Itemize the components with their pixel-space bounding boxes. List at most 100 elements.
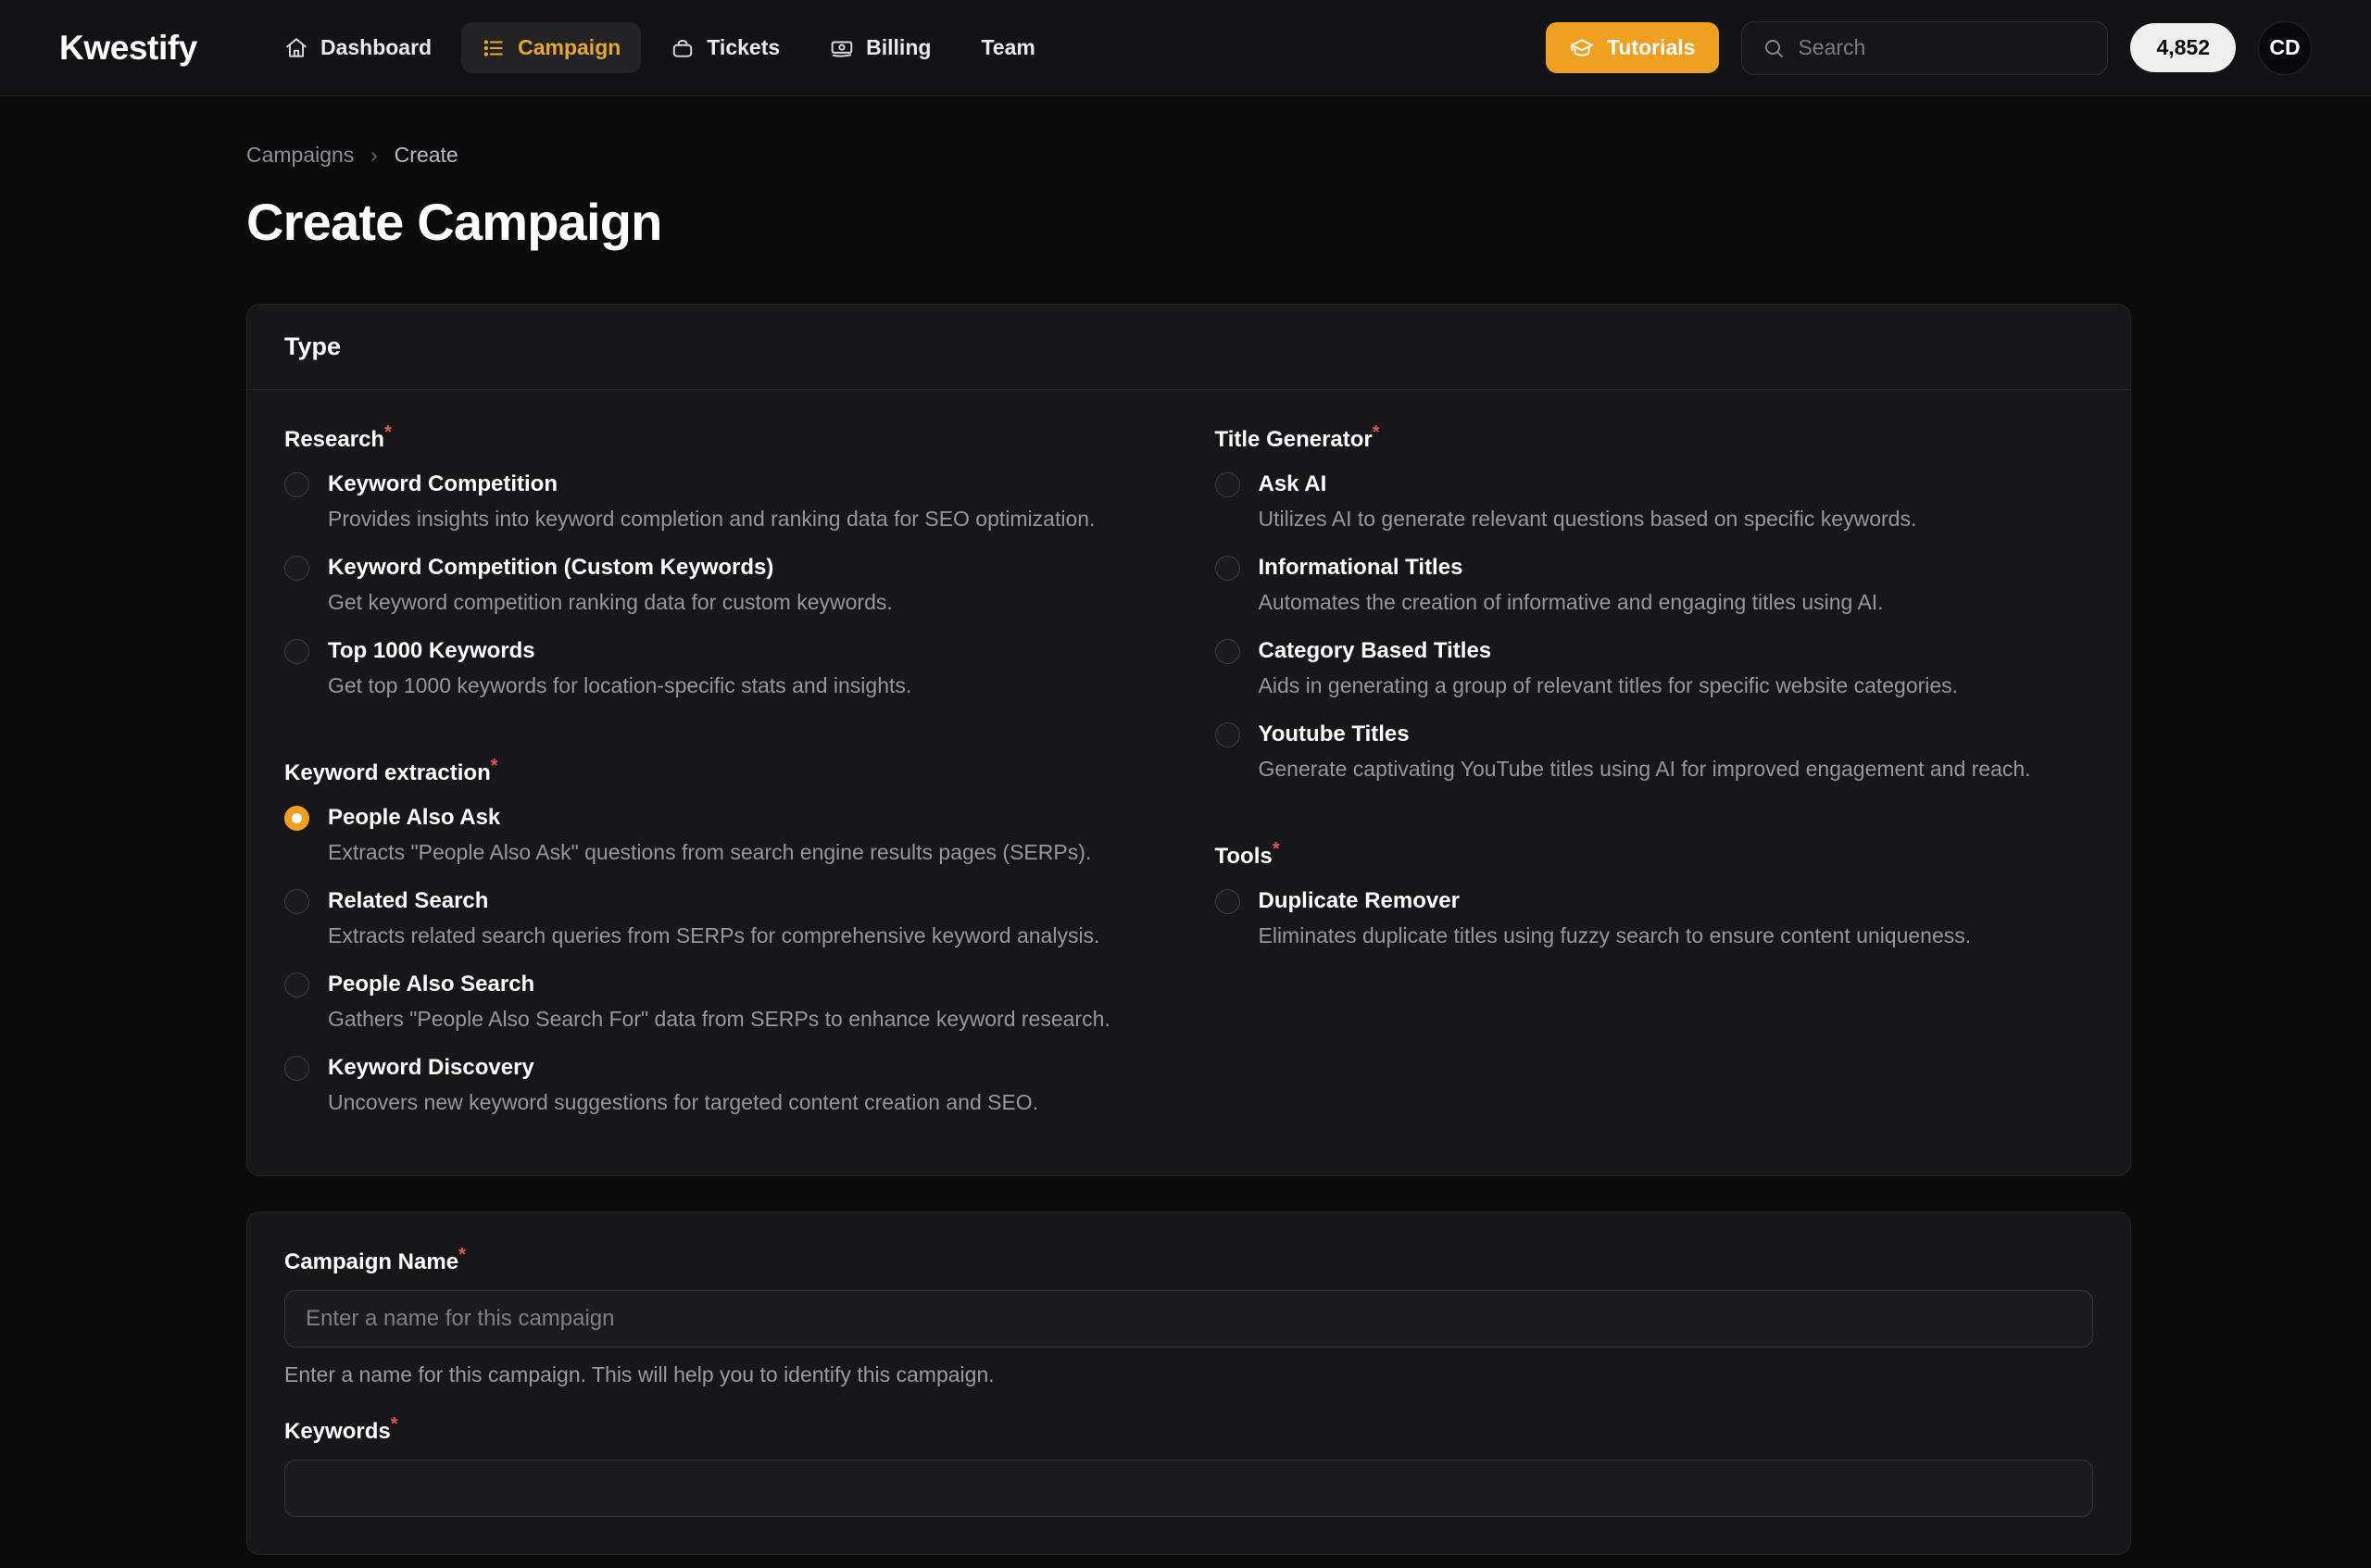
option-description: Eliminates duplicate titles using fuzzy …: [1258, 923, 1972, 947]
group-label-research: Research*: [284, 423, 392, 453]
option-description: Extracts related search queries from SER…: [328, 923, 1100, 947]
field-label: Campaign Name*: [284, 1246, 466, 1275]
type-column-right: Title Generator* Ask AI Utilizes AI to gen…: [1214, 423, 2094, 1138]
option-people-also-ask[interactable]: People Also Ask Extracts "People Also Ask…: [284, 805, 1163, 865]
radio-button[interactable]: [1214, 888, 1240, 914]
option-title: Keyword Discovery: [328, 1055, 534, 1080]
option-duplicate-remover[interactable]: Duplicate Remover Eliminates duplicate ti…: [1214, 888, 2094, 948]
option-youtube-titles[interactable]: Youtube Titles Generate captivating YouTu…: [1214, 721, 2094, 782]
radio-button[interactable]: [1214, 721, 1240, 747]
campaign-details-body: Campaign Name*Enter a name for this camp…: [247, 1212, 2130, 1554]
bag-icon: [671, 36, 695, 60]
graduation-cap-icon: [1570, 36, 1594, 60]
option-description: Aids in generating a group of relevant t…: [1258, 673, 1959, 697]
option-people-also-search[interactable]: People Also Search Gathers "People Also S…: [284, 972, 1163, 1032]
radio-button[interactable]: [284, 555, 309, 581]
option-title: Top 1000 Keywords: [328, 638, 535, 663]
group-label-text: Keyword extraction: [284, 760, 491, 785]
breadcrumb-campaigns[interactable]: Campaigns: [246, 143, 354, 168]
radio-button[interactable]: [1214, 555, 1240, 581]
nav-item-label: Campaign: [518, 35, 621, 59]
option-title: Category Based Titles: [1258, 638, 1492, 663]
type-card-header: Type: [247, 305, 2130, 390]
page-title: Create Campaign: [246, 193, 662, 251]
nav-item-campaign[interactable]: Campaign: [461, 22, 642, 73]
keywords-input[interactable]: [284, 1460, 2093, 1517]
required-asterisk: *: [384, 422, 392, 443]
radio-button[interactable]: [1214, 638, 1240, 664]
option-ask-ai[interactable]: Ask AI Utilizes AI to generate relevant q…: [1214, 471, 2094, 532]
option-title: Youtube Titles: [1258, 721, 1410, 746]
nav-item-label: Dashboard: [320, 35, 433, 59]
option-title: Related Search: [328, 888, 489, 913]
nav-item-label: Tickets: [707, 35, 781, 59]
option-description: Get keyword competition ranking data for…: [328, 590, 893, 614]
radio-button[interactable]: [284, 1055, 309, 1081]
group-label-text: Tools: [1214, 844, 1273, 869]
radio-button[interactable]: [284, 471, 309, 497]
option-description: Uncovers new keyword suggestions for tar…: [328, 1090, 1039, 1114]
option-description: Automates the creation of informative an…: [1258, 590, 1884, 614]
required-asterisk: *: [1372, 422, 1380, 443]
breadcrumb: Campaigns › Create: [246, 143, 2312, 168]
option-title: Duplicate Remover: [1258, 888, 1460, 913]
required-asterisk: *: [1272, 839, 1280, 859]
group-label-text: Title Generator: [1214, 427, 1373, 452]
field-label-text: Campaign Name: [284, 1249, 459, 1274]
tutorials-button[interactable]: Tutorials: [1546, 22, 1720, 73]
nav-item-label: Billing: [866, 35, 932, 59]
group-label-title-generator: Title Generator*: [1214, 423, 1380, 453]
option-description: Utilizes AI to generate relevant questio…: [1258, 507, 1917, 531]
nav-item-team[interactable]: Team: [960, 22, 1055, 73]
option-category-based-titles[interactable]: Category Based Titles Aids in generating …: [1214, 638, 2094, 698]
tutorials-label: Tutorials: [1607, 35, 1696, 59]
search-icon: [1763, 36, 1785, 60]
home-icon: [284, 36, 308, 60]
radio-button[interactable]: [284, 972, 309, 997]
option-title: Ask AI: [1258, 471, 1327, 496]
option-title: Keyword Competition (Custom Keywords): [328, 555, 774, 580]
search-input[interactable]: [1798, 35, 2088, 60]
header-actions: Tutorials 4,852 CD: [1546, 20, 2312, 75]
option-keyword-competition[interactable]: Keyword Competition Provides insights int…: [284, 471, 1163, 532]
required-asterisk: *: [390, 1414, 398, 1435]
type-card-title: Type: [284, 332, 342, 360]
field-help-text: Enter a name for this campaign. This wil…: [284, 1362, 995, 1386]
option-keyword-competition-custom-keywords[interactable]: Keyword Competition (Custom Keywords) Get…: [284, 555, 1163, 615]
nav-item-label: Team: [981, 35, 1035, 59]
group-label-keyword-extraction: Keyword extraction*: [284, 757, 498, 786]
page-content: Campaigns › Create Create Campaign Type …: [0, 96, 2371, 1555]
banknote-icon: [830, 36, 854, 60]
group-label-text: Research: [284, 427, 385, 452]
option-related-search[interactable]: Related Search Extracts related search qu…: [284, 888, 1163, 948]
radio-button[interactable]: [284, 638, 309, 664]
radio-button[interactable]: [284, 888, 309, 914]
radio-button[interactable]: [284, 805, 309, 831]
option-title: Informational Titles: [1258, 555, 1463, 580]
option-title: People Also Search: [328, 972, 535, 997]
chevron-right-icon: ›: [370, 143, 378, 167]
option-informational-titles[interactable]: Informational Titles Automates the creati…: [1214, 555, 2094, 615]
radio-button[interactable]: [1214, 471, 1240, 497]
option-title: Keyword Competition: [328, 471, 558, 496]
type-column-left: Research* Keyword Competition Provides ins…: [284, 423, 1163, 1138]
nav-item-billing[interactable]: Billing: [809, 22, 951, 73]
nav-item-tickets[interactable]: Tickets: [650, 22, 800, 73]
avatar[interactable]: CD: [2258, 20, 2312, 75]
option-title: People Also Ask: [328, 805, 501, 830]
field-keywords: Keywords*: [284, 1415, 2093, 1517]
option-description: Provides insights into keyword completio…: [328, 507, 1096, 531]
main-nav: Dashboard Campaign Tickets Billing Team: [264, 22, 1056, 73]
option-description: Get top 1000 keywords for location-speci…: [328, 673, 912, 697]
search-box[interactable]: [1741, 20, 2109, 75]
required-asterisk: *: [458, 1245, 466, 1265]
campaign-name-input[interactable]: [284, 1290, 2093, 1348]
required-asterisk: *: [490, 756, 498, 776]
app-logo[interactable]: Kwestify: [59, 29, 197, 68]
option-keyword-discovery[interactable]: Keyword Discovery Uncovers new keyword su…: [284, 1055, 1163, 1115]
field-label: Keywords*: [284, 1415, 398, 1445]
option-top-1000-keywords[interactable]: Top 1000 Keywords Get top 1000 keywords f…: [284, 638, 1163, 698]
breadcrumb-create[interactable]: Create: [395, 143, 458, 168]
credits-badge[interactable]: 4,852: [2130, 23, 2236, 72]
nav-item-dashboard[interactable]: Dashboard: [264, 22, 452, 73]
